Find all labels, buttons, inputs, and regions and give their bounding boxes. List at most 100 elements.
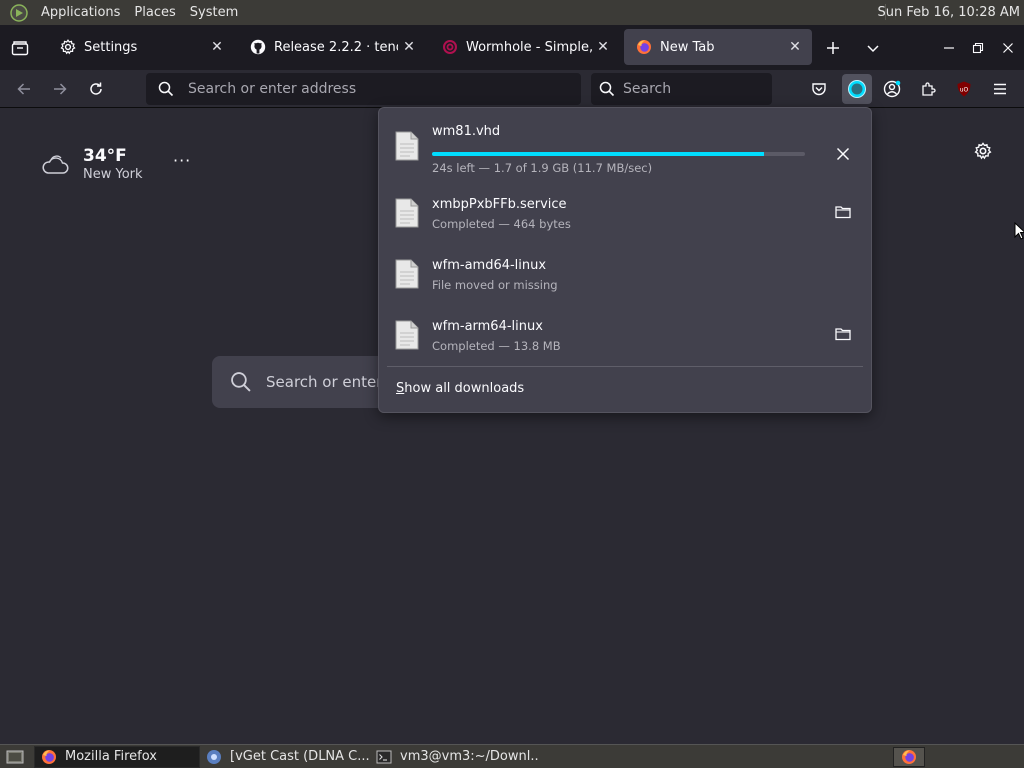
download-item[interactable]: xmbpPxbFFb.service Completed — 464 bytes — [379, 183, 871, 241]
maximize-button[interactable] — [967, 37, 989, 59]
ublock-origin-icon: uO — [957, 81, 971, 97]
downloads-separator — [387, 366, 863, 367]
chevron-down-icon — [867, 45, 879, 53]
new-tab-button[interactable] — [822, 37, 844, 59]
download-item[interactable]: wm81.vhd 24s left — 1.7 of 1.9 GB (11.7 … — [379, 116, 871, 175]
folder-icon — [835, 328, 851, 341]
back-arrow-icon — [17, 83, 30, 95]
account-icon — [883, 80, 901, 98]
file-icon — [395, 320, 419, 350]
minimize-icon — [944, 47, 954, 49]
extensions-button[interactable] — [915, 76, 941, 102]
navigation-toolbar: Search or enter address Search uO — [0, 70, 1024, 108]
taskbar-item-label: vm3@vm3:~/Downl... — [400, 749, 540, 764]
tab-settings[interactable]: Settings ✕ — [48, 29, 234, 65]
download-item[interactable]: wfm-arm64-linux Completed — 13.8 MB — [379, 305, 871, 363]
search-icon — [230, 371, 252, 393]
weather-more-options-button[interactable]: ··· — [173, 151, 191, 170]
download-filename: wfm-amd64-linux — [432, 258, 547, 273]
close-window-button[interactable] — [997, 37, 1019, 59]
taskbar: Mozilla Firefox [vGet Cast (DLNA C... vm… — [0, 744, 1024, 768]
taskbar-item-vget[interactable]: [vGet Cast (DLNA C... — [200, 746, 370, 768]
wormhole-icon — [442, 39, 458, 55]
download-progress-bar — [432, 152, 805, 156]
file-icon — [395, 259, 419, 289]
taskbar-item-label: Mozilla Firefox — [65, 749, 157, 764]
hamburger-menu-icon — [994, 83, 1006, 95]
reload-button[interactable] — [83, 76, 109, 102]
firefox-icon — [636, 39, 652, 55]
gear-icon — [974, 142, 992, 160]
close-icon — [1003, 43, 1013, 53]
search-bar[interactable]: Search — [591, 73, 772, 105]
folder-icon — [835, 206, 851, 219]
close-tab-icon[interactable]: ✕ — [206, 36, 228, 58]
tab-label: Wormhole - Simple, p — [466, 39, 592, 55]
pocket-icon — [812, 83, 826, 96]
forward-button[interactable] — [47, 76, 73, 102]
ublock-button[interactable]: uO — [951, 76, 977, 102]
menu-applications[interactable]: Applications — [34, 5, 127, 20]
downloads-panel: wm81.vhd 24s left — 1.7 of 1.9 GB (11.7 … — [378, 107, 872, 413]
account-button[interactable] — [879, 76, 905, 102]
tab-wormhole[interactable]: Wormhole - Simple, p ✕ — [430, 29, 620, 65]
cloudy-weather-icon — [42, 155, 69, 174]
tab-label: Release 2.2.2 · tenox7/ — [274, 39, 398, 55]
download-filename: xmbpPxbFFb.service — [432, 197, 567, 212]
close-tab-icon[interactable]: ✕ — [784, 36, 806, 58]
terminal-icon — [376, 749, 392, 765]
minimize-button[interactable] — [938, 37, 960, 59]
download-item[interactable]: wfm-amd64-linux File moved or missing — [379, 244, 871, 302]
system-panel: Applications Places System Sun Feb 16, 1… — [0, 0, 1024, 25]
show-in-folder-button[interactable] — [831, 322, 855, 346]
newtab-search-placeholder: Search or enter a — [266, 373, 397, 391]
puzzle-icon — [922, 82, 936, 96]
firefox-icon — [41, 749, 57, 765]
downloads-button[interactable] — [842, 74, 872, 104]
tab-release[interactable]: Release 2.2.2 · tenox7/ ✕ — [238, 29, 426, 65]
taskbar-item-label: [vGet Cast (DLNA C... — [230, 749, 370, 764]
weather-widget[interactable]: 34°F New York ··· — [40, 146, 190, 182]
list-all-tabs-button[interactable] — [862, 37, 884, 59]
taskbar-item-terminal[interactable]: vm3@vm3:~/Downl... — [370, 746, 540, 768]
menu-places[interactable]: Places — [127, 5, 182, 20]
address-bar[interactable]: Search or enter address — [146, 73, 581, 105]
download-filename: wm81.vhd — [432, 124, 501, 139]
tab-new-tab[interactable]: New Tab ✕ — [624, 29, 812, 65]
show-all-downloads-button[interactable]: Show all downloads — [396, 381, 524, 396]
forward-arrow-icon — [54, 83, 67, 95]
cancel-download-button[interactable] — [831, 142, 855, 166]
download-status: Completed — 13.8 MB — [432, 339, 561, 353]
workspace-switcher[interactable] — [893, 747, 925, 767]
download-progress-icon — [848, 80, 866, 98]
back-button[interactable] — [11, 76, 37, 102]
firefox-view-button[interactable] — [9, 37, 31, 59]
search-icon — [599, 81, 615, 97]
taskbar-item-firefox[interactable]: Mozilla Firefox — [34, 745, 200, 768]
close-tab-icon[interactable]: ✕ — [398, 36, 420, 58]
mate-logo-icon[interactable] — [8, 2, 30, 24]
menu-system[interactable]: System — [183, 5, 245, 20]
close-icon — [836, 147, 850, 161]
weather-location: New York — [83, 167, 143, 182]
show-all-label: how all downloads — [404, 381, 525, 396]
gear-icon — [60, 39, 76, 55]
mouse-cursor-icon — [1014, 222, 1024, 240]
newtab-settings-button[interactable] — [972, 140, 994, 162]
download-status: 24s left — 1.7 of 1.9 GB (11.7 MB/sec) — [432, 161, 653, 175]
tab-strip: Settings ✕ Release 2.2.2 · tenox7/ ✕ Wor… — [0, 25, 1024, 70]
plus-icon — [827, 42, 839, 54]
address-placeholder: Search or enter address — [188, 81, 357, 97]
pocket-button[interactable] — [806, 76, 832, 102]
app-menu-button[interactable] — [987, 76, 1013, 102]
show-in-folder-button[interactable] — [831, 200, 855, 224]
firefox-view-icon — [11, 41, 29, 56]
tab-label: New Tab — [660, 39, 715, 55]
show-desktop-icon[interactable] — [4, 748, 26, 766]
download-status: Completed — 464 bytes — [432, 217, 571, 231]
close-tab-icon[interactable]: ✕ — [592, 36, 614, 58]
firefox-icon — [902, 750, 916, 764]
restore-icon — [972, 42, 984, 54]
clock[interactable]: Sun Feb 16, 10:28 AM — [877, 0, 1020, 25]
reload-icon — [90, 82, 102, 95]
